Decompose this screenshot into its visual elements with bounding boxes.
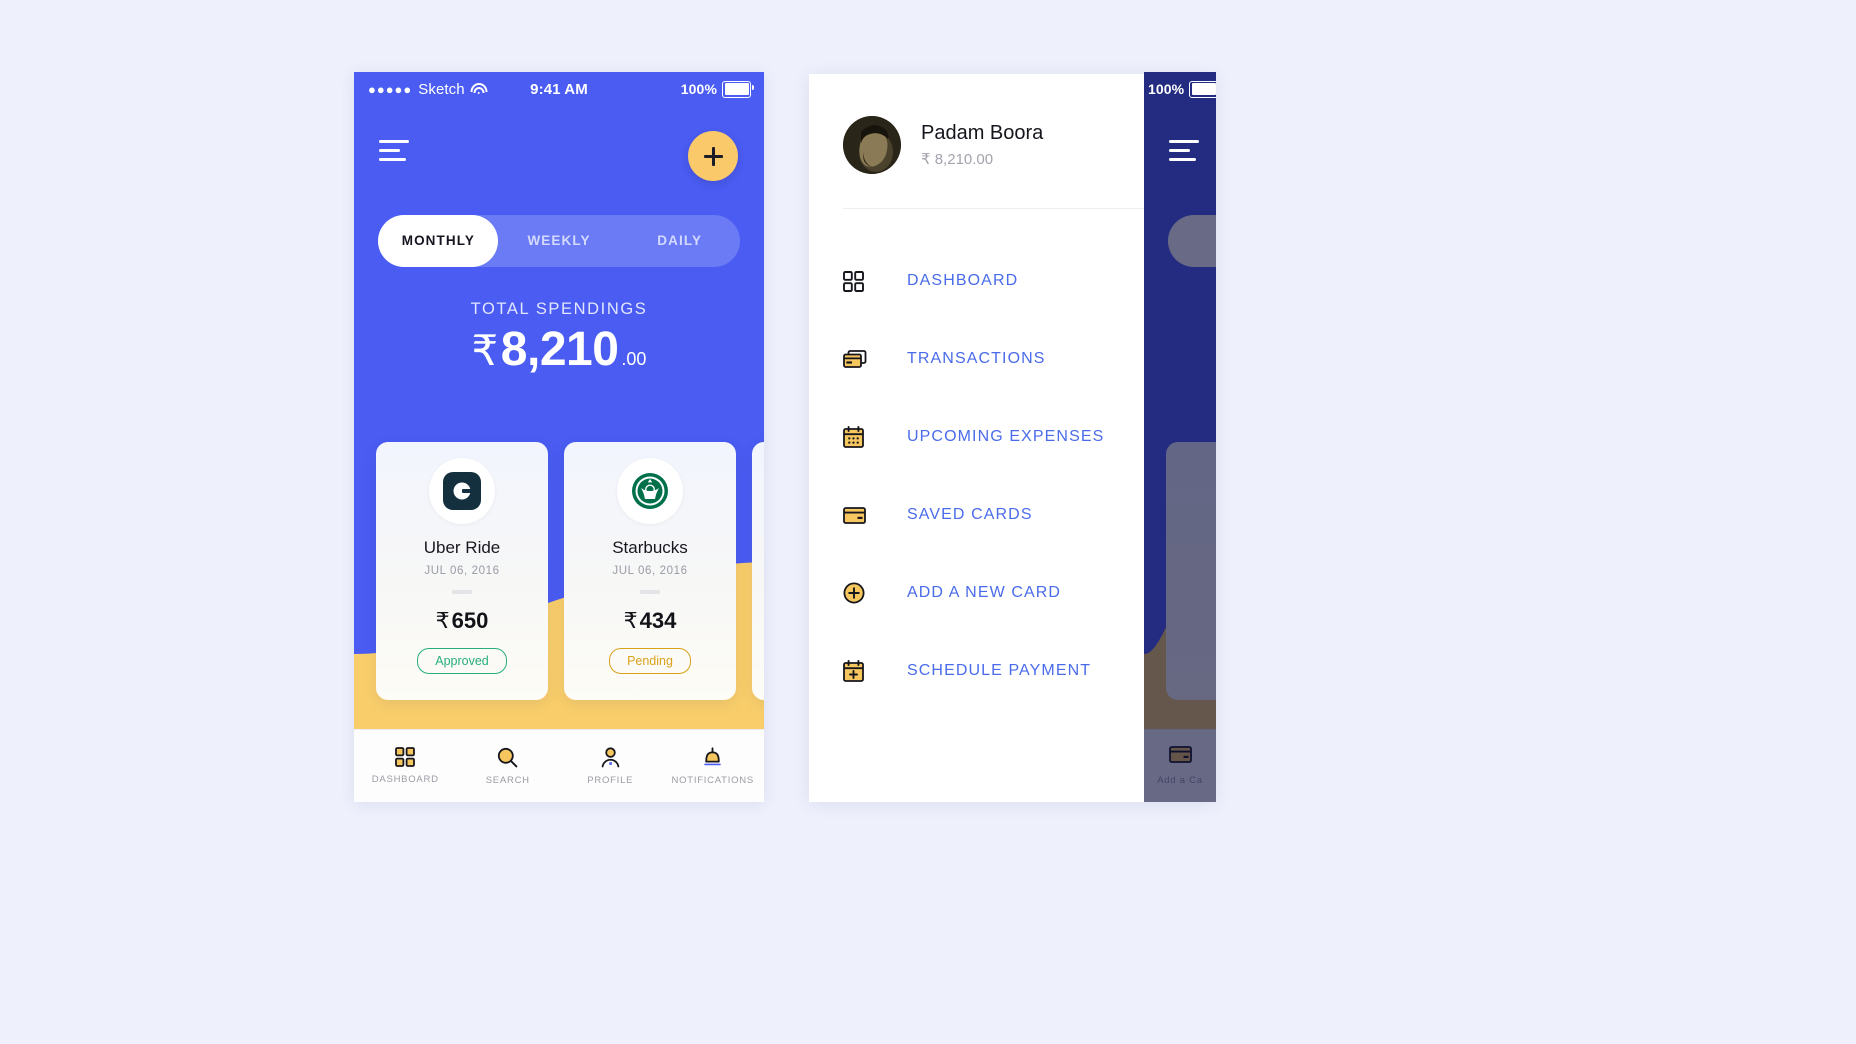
card-separator <box>640 590 660 594</box>
total-spendings-label: TOTAL SPENDINGS <box>470 300 648 318</box>
uber-logo-icon <box>429 458 495 524</box>
transaction-card-partial[interactable] <box>752 442 764 700</box>
menu-item-schedule-payment[interactable]: SCHEDULE PAYMENT <box>843 632 1195 710</box>
credit-card-icon <box>843 506 879 524</box>
rupee-symbol: ₹ <box>921 151 931 168</box>
rupee-symbol: ₹ <box>435 608 450 633</box>
rupee-symbol: ₹ <box>623 608 638 633</box>
transaction-card[interactable]: Uber Ride JUL 06, 2016 ₹650 Approved <box>376 442 548 700</box>
status-badge: Pending <box>609 648 691 674</box>
search-icon <box>498 747 518 767</box>
tab-label: NOTIFICATIONS <box>671 774 754 786</box>
signal-dots-icon: ●●●●● <box>368 81 413 97</box>
transaction-card[interactable]: Starbucks JUL 06, 2016 ₹434 Pending <box>564 442 736 700</box>
tab-label: DASHBOARD <box>371 774 439 785</box>
wifi-icon <box>470 82 488 96</box>
calendar-plus-icon <box>843 660 879 682</box>
tab-label: PROFILE <box>587 774 634 786</box>
tab-search[interactable]: SEARCH <box>457 747 560 786</box>
period-segmented-control[interactable]: MONTHLY WEEKLY DAILY <box>378 215 740 267</box>
menu-item-label: UPCOMING EXPENSES <box>907 428 1105 445</box>
starbucks-logo-icon <box>617 458 683 524</box>
battery-full-icon <box>722 80 754 98</box>
hamburger-menu-icon[interactable] <box>379 140 409 167</box>
grid-icon <box>395 747 416 767</box>
battery-percent-label: 100% <box>680 81 717 97</box>
plus-circle-icon <box>843 582 879 604</box>
card-separator <box>452 590 472 594</box>
transaction-title: Starbucks <box>612 538 688 557</box>
status-badge: Approved <box>417 648 507 674</box>
menu-item-dashboard[interactable]: DASHBOARD <box>843 242 1195 320</box>
menu-item-label: DASHBOARD <box>907 272 1019 289</box>
transaction-title: Uber Ride <box>423 538 501 557</box>
rupee-symbol: ₹ <box>471 327 499 374</box>
battery-percent-label: 100% <box>1148 81 1185 97</box>
transaction-amount-value: 650 <box>451 608 489 633</box>
profile-balance: ₹ 8,210.00 <box>921 150 1172 168</box>
transaction-cards-rail[interactable]: Uber Ride JUL 06, 2016 ₹650 Approved Sta… <box>376 442 764 700</box>
menu-list: DASHBOARD TRANSACTIONS UPCOMING EXPENSES… <box>843 242 1195 710</box>
segment-monthly[interactable]: MONTHLY <box>378 215 499 267</box>
tab-profile[interactable]: PROFILE <box>559 746 662 786</box>
menu-item-label: SAVED CARDS <box>907 506 1033 523</box>
cards-stack-icon <box>843 349 879 370</box>
profile-header[interactable]: Padam Boora ₹ 8,210.00 <box>843 106 1193 184</box>
avatar <box>843 116 901 174</box>
grid-icon <box>843 270 879 292</box>
transaction-amount: ₹434 <box>624 608 677 634</box>
menu-scrim-overlay[interactable] <box>1144 72 1216 802</box>
menu-item-saved-cards[interactable]: SAVED CARDS <box>843 476 1195 554</box>
clock-label: 9:41 AM <box>530 80 588 98</box>
status-bar: ●●●●● Sketch 9:41 AM 100% <box>354 72 764 106</box>
profile-balance-value: 8,210.00 <box>934 151 994 168</box>
carrier-label: Sketch <box>418 80 465 98</box>
total-amount-cents: .00 <box>621 349 647 369</box>
menu-item-upcoming-expenses[interactable]: UPCOMING EXPENSES <box>843 398 1195 476</box>
tab-notifications[interactable]: NOTIFICATIONS <box>662 746 765 786</box>
bell-icon <box>704 746 722 765</box>
menu-item-label: SCHEDULE PAYMENT <box>907 662 1092 679</box>
total-amount-value: 8,210 <box>500 323 619 376</box>
segment-daily[interactable]: DAILY <box>619 215 740 267</box>
transaction-date: JUL 06, 2016 <box>424 565 500 577</box>
menu-item-label: TRANSACTIONS <box>907 350 1046 367</box>
menu-item-label: ADD A NEW CARD <box>907 584 1062 601</box>
transaction-date: JUL 06, 2016 <box>612 565 688 577</box>
bottom-tab-bar: DASHBOARD SEARCH PROFILE NOTIFICATIONS <box>354 729 764 802</box>
calendar-dots-icon <box>843 426 879 448</box>
transaction-amount-value: 434 <box>639 608 677 633</box>
add-transaction-button[interactable] <box>688 131 738 181</box>
dashboard-screen: ●●●●● Sketch 9:41 AM 100% MONTHLY WEEKLY… <box>354 72 764 802</box>
profile-name: Padam Boora <box>921 122 1044 144</box>
plus-icon <box>703 146 723 166</box>
battery-full-icon <box>1189 80 1216 98</box>
status-bar: 100% <box>1144 72 1216 106</box>
tab-dashboard[interactable]: DASHBOARD <box>354 747 457 785</box>
menu-item-add-a-new-card[interactable]: ADD A NEW CARD <box>843 554 1195 632</box>
segment-weekly[interactable]: WEEKLY <box>499 215 620 267</box>
dimmed-dashboard-screen[interactable]: MO Add a Ca 100% <box>1144 72 1216 802</box>
transaction-amount: ₹650 <box>436 608 489 634</box>
hamburger-menu-icon[interactable] <box>1169 140 1199 167</box>
tab-label: SEARCH <box>485 774 530 786</box>
person-icon <box>601 746 620 767</box>
total-spendings-amount: ₹8,210.00 <box>354 322 764 377</box>
menu-item-transactions[interactable]: TRANSACTIONS <box>843 320 1195 398</box>
